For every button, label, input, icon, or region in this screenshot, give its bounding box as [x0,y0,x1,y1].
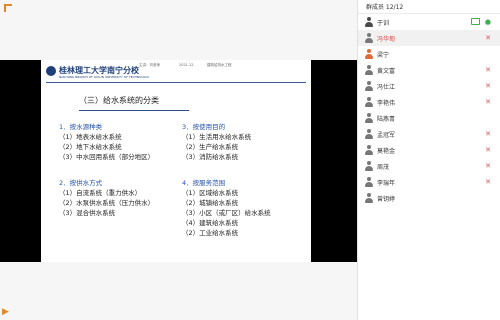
camera-icon[interactable] [471,18,480,25]
member-row[interactable]: 梁宁 [358,46,500,62]
user-icon [364,161,374,171]
member-name: 周茂 [377,163,390,171]
video-stage: ▶ 桂林理工大学南宁分校 NAN NING BRANCH OF GUILIN U… [0,0,357,320]
right-column: 3．按使用目的 （1）生活用水给水系统 （2）生产给水系统 （3）消防给水系统 … [182,122,271,238]
member-row[interactable]: 李艳伟 ✕ [358,94,500,110]
shared-slide: 桂林理工大学南宁分校 NAN NING BRANCH OF GUILIN UNI… [41,60,311,262]
category-item: （2）地下水给水系统 [59,143,122,151]
member-row[interactable]: 莫艳金 ✕ [358,142,500,158]
user-icon [364,113,374,123]
member-name: 李艳伟 [377,99,396,107]
member-name: 冯华甸 [377,35,396,43]
panel-header: 群成员 12/12 [358,0,500,14]
fullscreen-corner-icon[interactable] [4,4,12,12]
header-info-2: 2021.12 [179,63,194,67]
muted-microphone-icon[interactable]: ✕ [485,178,491,186]
user-icon [364,81,374,91]
member-row[interactable]: 周茂 ✕ [358,158,500,174]
category-item: （2）城镇给水系统 [182,199,239,207]
top-letterbox [0,0,357,60]
user-icon [364,33,374,43]
category-item: （2）生产给水系统 [182,143,239,151]
category-item: （2）工业给水系统 [182,229,239,237]
category-item: （1）生活用水给水系统 [182,133,252,141]
member-name: 于训 [377,19,390,27]
microphone-icon[interactable]: ● [485,18,491,26]
play-icon[interactable]: ▶ [2,308,9,317]
category-item: （1）地表水给水系统 [59,133,122,141]
member-name: 莫艳金 [377,147,396,155]
member-row[interactable]: 李瑞年 ✕ [358,174,500,190]
member-name: 梁宁 [377,51,390,59]
member-name: 孟冠军 [377,131,396,139]
muted-microphone-icon[interactable]: ✕ [485,34,491,42]
user-icon [364,49,374,59]
member-name: 曾钥婷 [377,195,396,203]
panel-title: 群成员 12/12 [366,4,404,11]
category-item: （3）中水回用系统（部分地区） [59,153,155,161]
member-row[interactable]: 曾钥婷 [358,190,500,206]
user-icon [364,129,374,139]
member-panel: 群成员 12/12 于训 ● 冯华甸 ✕ 梁宁 黄文富 ✕ 冯仕江 ✕ 李艳伟 … [357,0,500,320]
muted-microphone-icon[interactable]: ✕ [485,162,491,170]
user-icon [364,97,374,107]
title-underline [79,110,189,111]
category-item: （2）水泵供水系统（压力供水） [59,199,155,207]
muted-microphone-icon[interactable]: ✕ [485,66,491,74]
member-name: 冯仕江 [377,83,396,91]
category-heading: 4．按服务范围 [182,179,226,187]
header-divider [46,82,306,83]
member-row[interactable]: 黄文富 ✕ [358,62,500,78]
university-logo-icon [46,65,56,76]
member-row[interactable]: 孟冠军 ✕ [358,126,500,142]
slide-title: （三）给水系统的分类 [79,96,159,105]
category-heading: 2．按供水方式 [59,179,103,187]
category-heading: 3．按使用目的 [182,123,226,131]
category-heading: 1．按水源种类 [59,123,103,131]
muted-microphone-icon[interactable]: ✕ [485,82,491,90]
member-name: 李瑞年 [377,179,396,187]
user-icon [364,145,374,155]
university-subtitle: NAN NING BRANCH OF GUILIN UNIVERSITY OF … [59,75,150,79]
member-row[interactable]: 冯仕江 ✕ [358,78,500,94]
user-icon [364,193,374,203]
category-item: （3）小区（或厂区）给水系统 [182,209,271,217]
category-item: （4）建筑给水系统 [182,219,239,227]
member-name: 陆燕青 [377,115,396,123]
category-item: （3）混合供水系统 [59,209,116,217]
user-icon [364,177,374,187]
university-name: 桂林理工大学南宁分校 [59,65,139,75]
bottom-letterbox [0,262,357,320]
category-item: （3）消防给水系统 [182,153,239,161]
member-row[interactable]: 冯华甸 ✕ [358,30,500,46]
muted-microphone-icon[interactable]: ✕ [485,130,491,138]
left-column: 1．按水源种类 （1）地表水给水系统 （2）地下水给水系统 （3）中水回用系统（… [59,122,154,218]
host-user-icon [364,17,374,27]
muted-microphone-icon[interactable]: ✕ [485,98,491,106]
category-item: （1）区域给水系统 [182,189,239,197]
category-item: （1）自流系统（重力供水） [59,189,142,197]
member-row[interactable]: 于训 ● [358,14,500,30]
muted-microphone-icon[interactable]: ✕ [485,146,491,154]
user-icon [364,65,374,75]
member-name: 黄文富 [377,67,396,75]
header-info-1: 主讲：刘老师 [139,63,160,67]
member-row[interactable]: 陆燕青 [358,110,500,126]
header-info-3: 建筑给排水工程 [207,63,232,67]
